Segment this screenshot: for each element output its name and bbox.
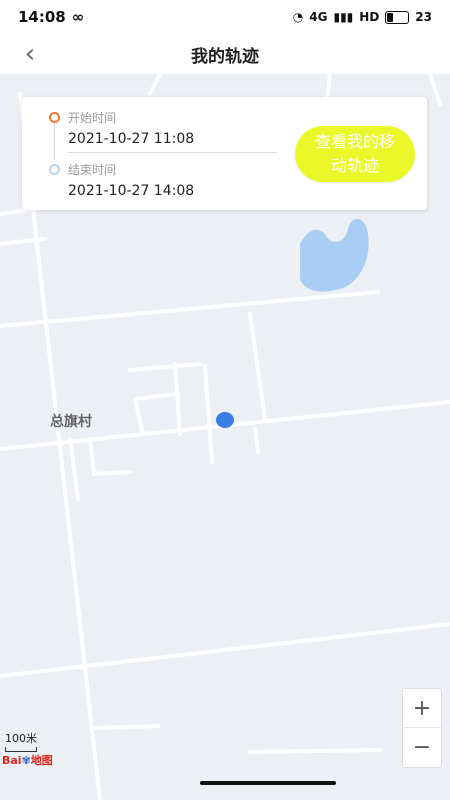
start-time-label: 开始时间 <box>68 111 117 125</box>
battery-level: 23 <box>415 10 432 24</box>
road <box>173 362 182 436</box>
battery-icon <box>385 10 410 24</box>
end-time-label: 结束时间 <box>68 163 117 177</box>
status-left: 14:08 ∞ <box>18 8 84 26</box>
end-time-block[interactable]: 结束时间 2021-10-27 14:08 <box>68 161 194 199</box>
status-right: ◔ 4G ▮▮▮ HD 23 <box>293 10 432 24</box>
chevron-left-icon: ‹ <box>24 39 36 69</box>
nav-bar: ‹ 我的轨迹 <box>0 34 450 74</box>
road <box>248 748 382 754</box>
network-label: 4G <box>309 10 328 24</box>
end-time-value: 2021-10-27 14:08 <box>68 183 195 199</box>
road <box>428 74 442 106</box>
road <box>253 427 260 454</box>
hd-icon: HD <box>359 10 380 24</box>
location-marker-icon[interactable] <box>216 412 234 428</box>
signal-icon: ▮▮▮ <box>333 10 354 24</box>
road <box>0 290 380 328</box>
road <box>88 437 132 477</box>
view-track-button-label: 查看我的移动轨迹 <box>315 132 396 175</box>
road <box>203 364 214 464</box>
road <box>248 312 267 421</box>
back-button[interactable]: ‹ <box>14 38 46 70</box>
start-time-value: 2021-10-27 11:08 <box>68 131 195 147</box>
paw-icon: ✾ <box>21 754 31 767</box>
home-indicator[interactable] <box>200 781 336 785</box>
map-logo-suffix: 地图 <box>30 754 53 767</box>
divider <box>68 152 277 153</box>
map-logo: Bai✾地图 <box>2 752 53 768</box>
start-time-block[interactable]: 开始时间 2021-10-27 11:08 <box>68 109 194 147</box>
start-dot-icon <box>49 112 60 123</box>
road <box>68 437 80 501</box>
map-logo-text: Bai <box>2 754 22 767</box>
road <box>133 392 180 401</box>
lake <box>300 218 369 292</box>
zoom-out-button[interactable]: − <box>403 728 441 766</box>
map-scale: 100米 <box>5 730 37 752</box>
road <box>133 397 145 436</box>
timeline-line <box>54 123 55 161</box>
zoom-control: + − <box>402 688 442 768</box>
scale-label: 100米 <box>5 732 37 745</box>
road <box>93 724 160 730</box>
end-dot-icon <box>49 164 60 175</box>
zoom-in-button[interactable]: + <box>403 689 441 728</box>
status-bar: 14:08 ∞ ◔ 4G ▮▮▮ HD 23 <box>0 0 450 34</box>
road <box>148 74 162 96</box>
status-time: 14:08 <box>18 8 66 26</box>
page-title: 我的轨迹 <box>191 46 259 67</box>
road <box>128 362 202 372</box>
infinity-icon: ∞ <box>71 8 85 26</box>
road <box>0 622 450 678</box>
place-label: 总旗村 <box>50 414 92 430</box>
view-track-button[interactable]: 查看我的移动轨迹 <box>295 126 415 182</box>
notification-icon: ◔ <box>292 10 304 24</box>
